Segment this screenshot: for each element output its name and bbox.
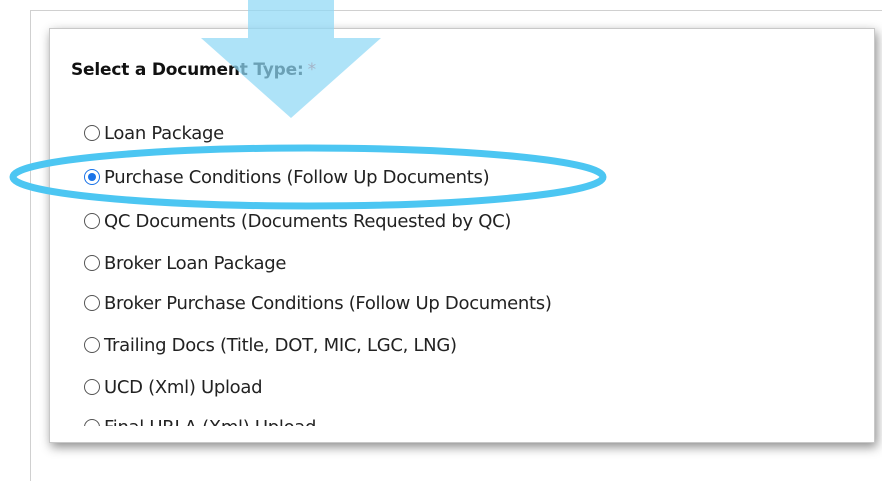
radio-button[interactable] [84, 379, 100, 395]
option-label: QC Documents (Documents Requested by QC) [104, 210, 512, 232]
required-asterisk: * [307, 60, 317, 80]
radio-button[interactable] [84, 125, 100, 141]
radio-button[interactable] [84, 419, 100, 426]
option-label: Final URLA (Xml) Upload [104, 417, 316, 427]
option-label: Purchase Conditions (Follow Up Documents… [104, 166, 490, 188]
document-type-heading: Select a Document Type: * [71, 60, 316, 80]
option-label: Broker Purchase Conditions (Follow Up Do… [104, 292, 552, 314]
option-loan-package[interactable]: Loan Package [84, 118, 224, 148]
option-ucd-xml-upload[interactable]: UCD (Xml) Upload [84, 372, 263, 402]
option-label: Loan Package [104, 122, 224, 144]
option-broker-loan-package[interactable]: Broker Loan Package [84, 248, 286, 278]
option-label: UCD (Xml) Upload [104, 376, 263, 398]
option-label: Trailing Docs (Title, DOT, MIC, LGC, LNG… [104, 334, 457, 356]
radio-button-selected[interactable] [84, 169, 100, 185]
document-type-radio-list[interactable]: Loan Package Purchase Conditions (Follow… [50, 112, 870, 426]
option-qc-documents[interactable]: QC Documents (Documents Requested by QC) [84, 206, 511, 236]
radio-button[interactable] [84, 255, 100, 271]
option-broker-purchase-conditions[interactable]: Broker Purchase Conditions (Follow Up Do… [84, 288, 552, 318]
heading-label: Select a Document Type: [71, 60, 304, 80]
radio-button[interactable] [84, 295, 100, 311]
radio-button[interactable] [84, 337, 100, 353]
option-trailing-docs[interactable]: Trailing Docs (Title, DOT, MIC, LGC, LNG… [84, 330, 457, 360]
option-purchase-conditions[interactable]: Purchase Conditions (Follow Up Documents… [84, 162, 490, 192]
option-label: Broker Loan Package [104, 252, 287, 274]
radio-button[interactable] [84, 213, 100, 229]
option-final-urla-xml-upload[interactable]: Final URLA (Xml) Upload [84, 412, 316, 426]
